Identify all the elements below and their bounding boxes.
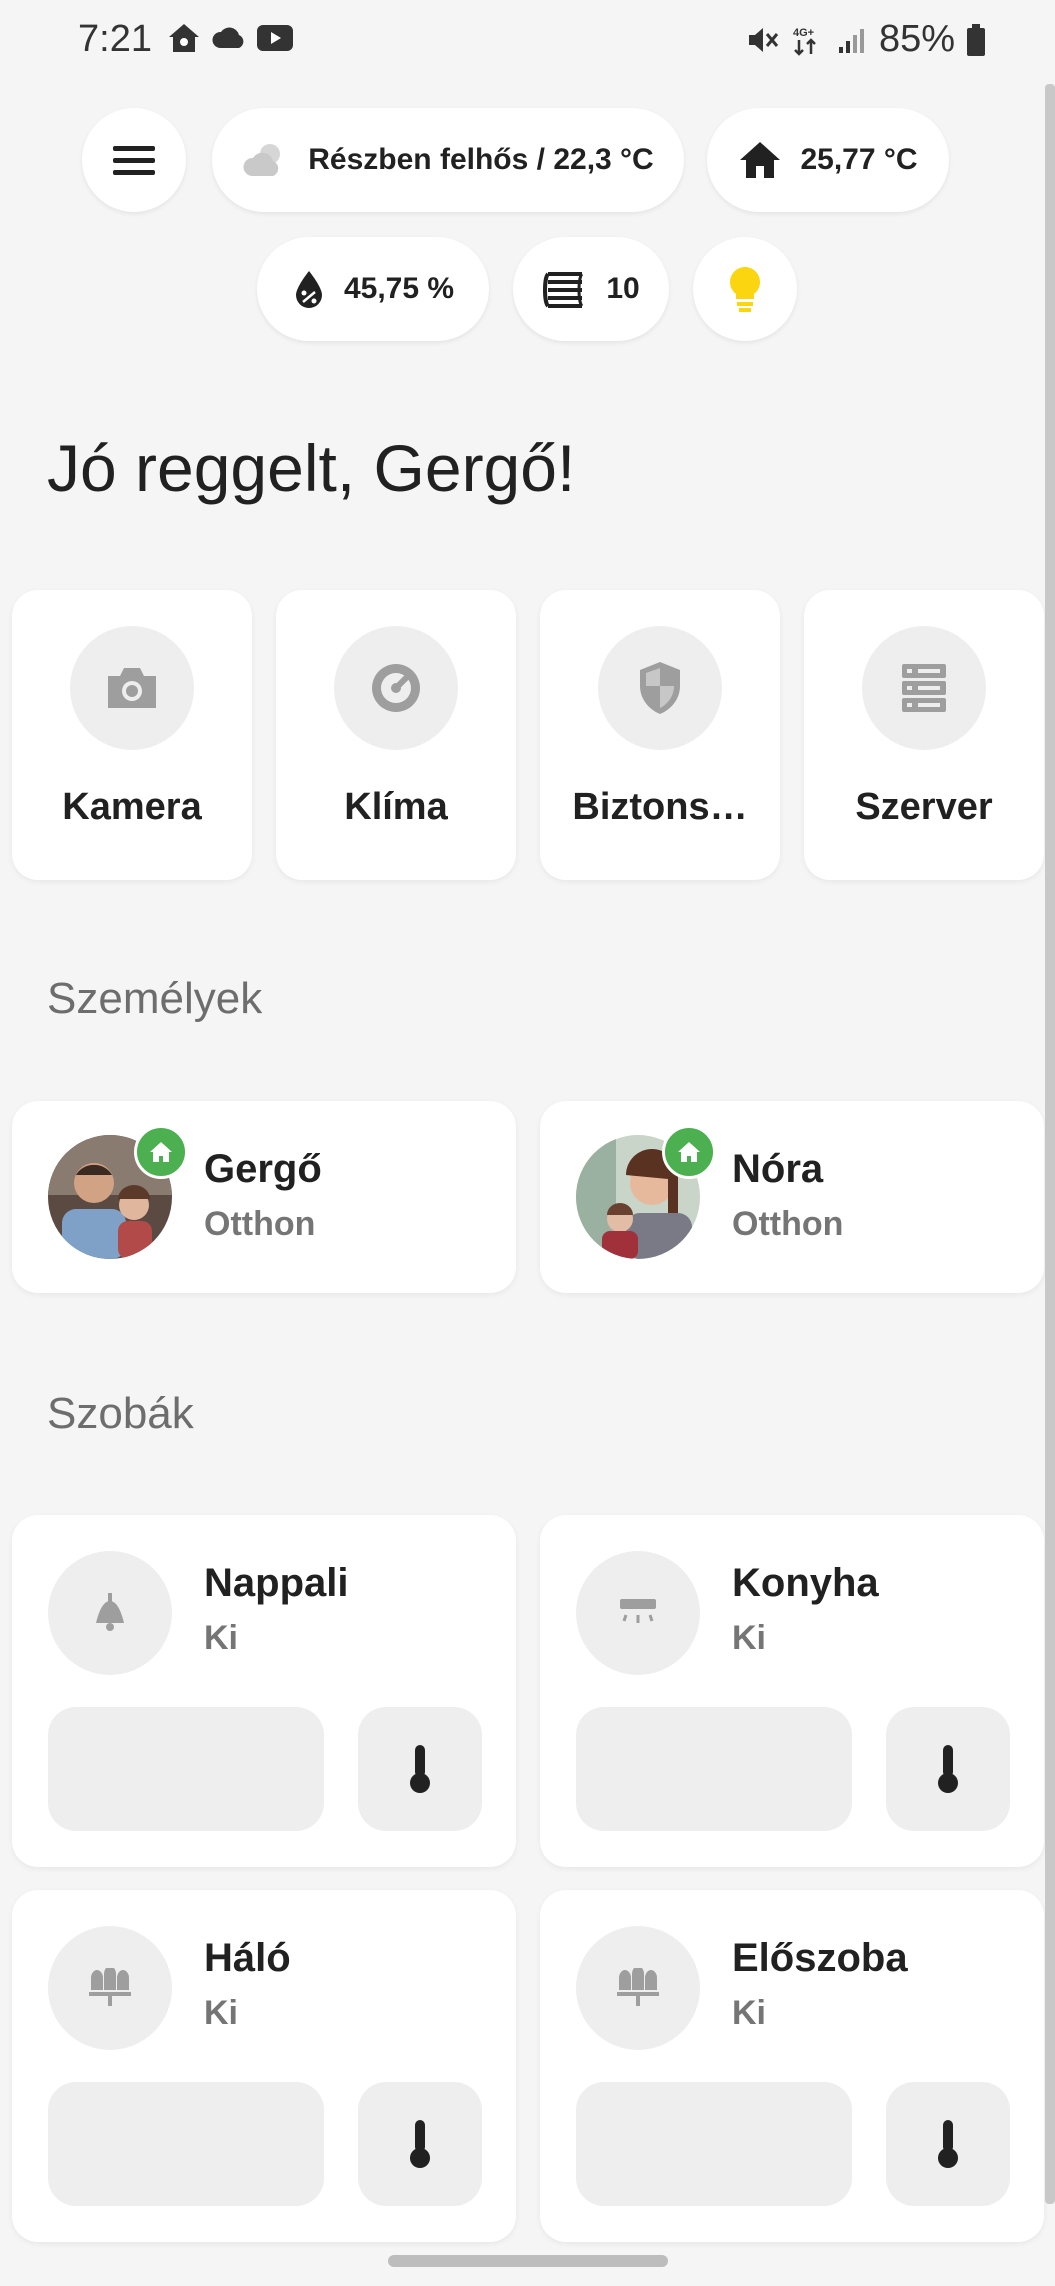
room-icon-wrap bbox=[576, 1551, 700, 1675]
room-name: Konyha bbox=[732, 1561, 879, 1605]
thermometer-icon bbox=[410, 2120, 430, 2168]
cloud-icon bbox=[212, 27, 244, 48]
room-thermometer-button[interactable] bbox=[886, 2082, 1010, 2206]
home-icon bbox=[740, 142, 781, 178]
person-name: Gergő bbox=[204, 1147, 322, 1191]
shortcut-camera[interactable]: Kamera bbox=[12, 590, 252, 880]
humidity-chip[interactable]: 45,75 % bbox=[257, 237, 489, 341]
shortcut-icon-wrap bbox=[862, 626, 986, 750]
room-name: Nappali bbox=[204, 1561, 349, 1605]
camera-icon bbox=[108, 668, 156, 708]
shortcut-climate[interactable]: Klíma bbox=[276, 590, 516, 880]
room-light-control[interactable] bbox=[576, 1707, 852, 1831]
climate-icon bbox=[372, 664, 420, 712]
home-status-badge bbox=[662, 1125, 716, 1179]
people-section-title: Személyek bbox=[47, 974, 263, 1023]
room-thermometer-button[interactable] bbox=[358, 2082, 482, 2206]
lightbulb-icon bbox=[730, 267, 760, 312]
shortcut-icon-wrap bbox=[70, 626, 194, 750]
radiator-chip[interactable]: 10 bbox=[513, 237, 669, 341]
led-strip-icon bbox=[620, 1599, 656, 1623]
server-icon bbox=[902, 664, 946, 712]
weather-chip[interactable]: Részben felhős / 22,3 °C bbox=[212, 108, 684, 212]
humidity-drop-icon bbox=[295, 271, 322, 308]
thermometer-icon bbox=[938, 1745, 958, 1793]
room-state: Ki bbox=[204, 1619, 238, 1657]
room-card-halo[interactable]: Háló Ki bbox=[12, 1890, 516, 2242]
thermometer-icon bbox=[410, 1745, 430, 1793]
indoor-temp-text: 25,77 °C bbox=[800, 143, 918, 176]
shield-icon bbox=[640, 662, 680, 714]
home-indicator[interactable] bbox=[388, 2255, 668, 2267]
signal-icon bbox=[838, 28, 864, 53]
room-card-nappali[interactable]: Nappali Ki bbox=[12, 1515, 516, 1867]
room-thermometer-button[interactable] bbox=[886, 1707, 1010, 1831]
thermometer-icon bbox=[938, 2120, 958, 2168]
shortcut-label: Biztons… bbox=[572, 786, 748, 828]
weather-text: Részben felhős / 22,3 °C bbox=[308, 143, 654, 176]
home-icon bbox=[678, 1142, 700, 1162]
rooms-section-title: Szobák bbox=[47, 1389, 194, 1438]
mute-icon bbox=[748, 27, 779, 52]
room-icon-wrap bbox=[576, 1926, 700, 2050]
hamburger-icon bbox=[113, 146, 155, 175]
room-icon-wrap bbox=[48, 1551, 172, 1675]
room-state: Ki bbox=[732, 1994, 766, 2032]
shortcut-icon-wrap bbox=[598, 626, 722, 750]
status-notification-icons bbox=[167, 22, 293, 54]
room-card-eloszoba[interactable]: Előszoba Ki bbox=[540, 1890, 1044, 2242]
greeting: Jó reggelt, Gergő! bbox=[47, 431, 576, 505]
home-status-badge bbox=[134, 1125, 188, 1179]
chandelier-icon bbox=[89, 1968, 131, 2006]
status-time: 7:21 bbox=[78, 18, 152, 60]
battery-percent: 85% bbox=[878, 18, 955, 60]
room-state: Ki bbox=[204, 1994, 238, 2032]
room-thermometer-button[interactable] bbox=[358, 1707, 482, 1831]
person-name: Nóra bbox=[732, 1147, 824, 1191]
svg-text:4G+: 4G+ bbox=[793, 27, 814, 39]
room-light-control[interactable] bbox=[48, 2082, 324, 2206]
home-icon bbox=[150, 1142, 172, 1162]
radiator-icon bbox=[543, 272, 584, 308]
partly-cloudy-icon bbox=[243, 144, 281, 176]
smart-home-icon bbox=[169, 24, 199, 52]
room-light-control[interactable] bbox=[576, 2082, 852, 2206]
person-card-nora[interactable]: Nóra Otthon bbox=[540, 1101, 1044, 1293]
shortcut-icon-wrap bbox=[334, 626, 458, 750]
shortcut-label: Kamera bbox=[62, 786, 202, 828]
status-right: 4G+ 85% bbox=[745, 18, 985, 61]
indoor-temp-chip[interactable]: 25,77 °C bbox=[707, 108, 949, 212]
ceiling-lamp-icon bbox=[96, 1593, 124, 1631]
room-name: Előszoba bbox=[732, 1936, 908, 1980]
room-name: Háló bbox=[204, 1936, 291, 1980]
menu-button[interactable] bbox=[82, 108, 186, 212]
room-light-control[interactable] bbox=[48, 1707, 324, 1831]
scrollbar[interactable] bbox=[1045, 84, 1055, 2204]
room-card-konyha[interactable]: Konyha Ki bbox=[540, 1515, 1044, 1867]
humidity-text: 45,75 % bbox=[343, 272, 455, 305]
battery-icon bbox=[967, 23, 985, 56]
lights-button[interactable] bbox=[693, 237, 797, 341]
shortcut-security[interactable]: Biztons… bbox=[540, 590, 780, 880]
chandelier-icon bbox=[617, 1968, 659, 2006]
shortcut-label: Szerver bbox=[855, 786, 993, 828]
shortcut-server[interactable]: Szerver bbox=[804, 590, 1044, 880]
person-state: Otthon bbox=[204, 1205, 316, 1243]
network-icon: 4G+ bbox=[793, 27, 816, 56]
person-state: Otthon bbox=[732, 1205, 844, 1243]
radiator-text: 10 bbox=[606, 272, 640, 305]
shortcut-label: Klíma bbox=[344, 786, 448, 828]
room-state: Ki bbox=[732, 1619, 766, 1657]
person-card-gergo[interactable]: Gergő Otthon bbox=[12, 1101, 516, 1293]
youtube-icon bbox=[257, 25, 293, 51]
room-icon-wrap bbox=[48, 1926, 172, 2050]
